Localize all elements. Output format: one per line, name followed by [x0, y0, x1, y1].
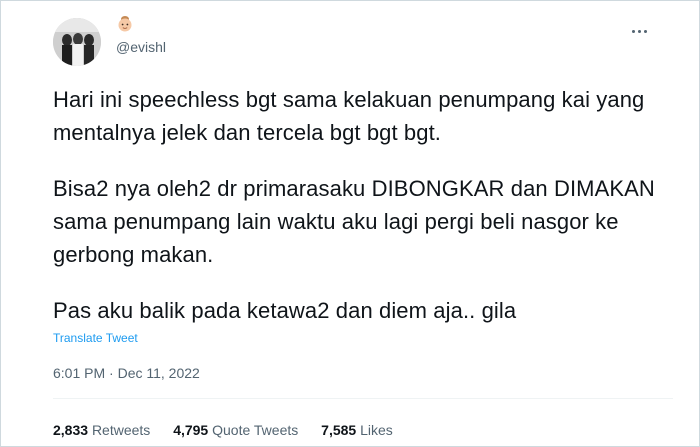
retweets-label: Retweets	[91, 422, 151, 438]
likes-stat[interactable]: 7,585 Likes	[321, 422, 393, 438]
quote-tweets-stat[interactable]: 4,795 Quote Tweets	[173, 422, 298, 438]
tweet-timestamp[interactable]: 6:01 PM · Dec 11, 2022	[53, 365, 200, 381]
retweets-stat[interactable]: 2,833 Retweets	[53, 422, 150, 438]
more-dot	[638, 30, 641, 33]
tweet-paragraph: Hari ini speechless bgt sama kelakuan pe…	[53, 87, 645, 145]
user-handle[interactable]: @evishl	[116, 39, 166, 55]
translate-tweet-link[interactable]: Translate Tweet	[53, 331, 138, 345]
divider	[53, 398, 673, 399]
tweet-paragraph: Pas aku balik pada ketawa2 dan diem aja.…	[53, 298, 517, 323]
more-dot	[632, 30, 635, 33]
profile-photo-icon[interactable]	[53, 18, 101, 66]
more-dot	[644, 30, 647, 33]
more-horizontal-icon[interactable]	[629, 27, 651, 37]
tweet-paragraph: Bisa2 nya oleh2 dr primarasaku DIBONGKAR…	[53, 176, 655, 267]
tweet-stats: 2,833 Retweets 4,795 Quote Tweets 7,585 …	[53, 422, 412, 438]
quote-tweets-count: 4,795	[173, 422, 209, 438]
retweets-count: 2,833	[53, 422, 89, 438]
tweet-card: @evishl Hari ini speechless bgt sama kel…	[0, 0, 700, 447]
quote-tweets-label: Quote Tweets	[212, 422, 299, 438]
tweet-text: Hari ini speechless bgt sama kelakuan pe…	[53, 83, 673, 327]
baby-face-emoji-icon	[117, 15, 133, 33]
likes-count: 7,585	[321, 422, 357, 438]
likes-label: Likes	[360, 422, 393, 438]
